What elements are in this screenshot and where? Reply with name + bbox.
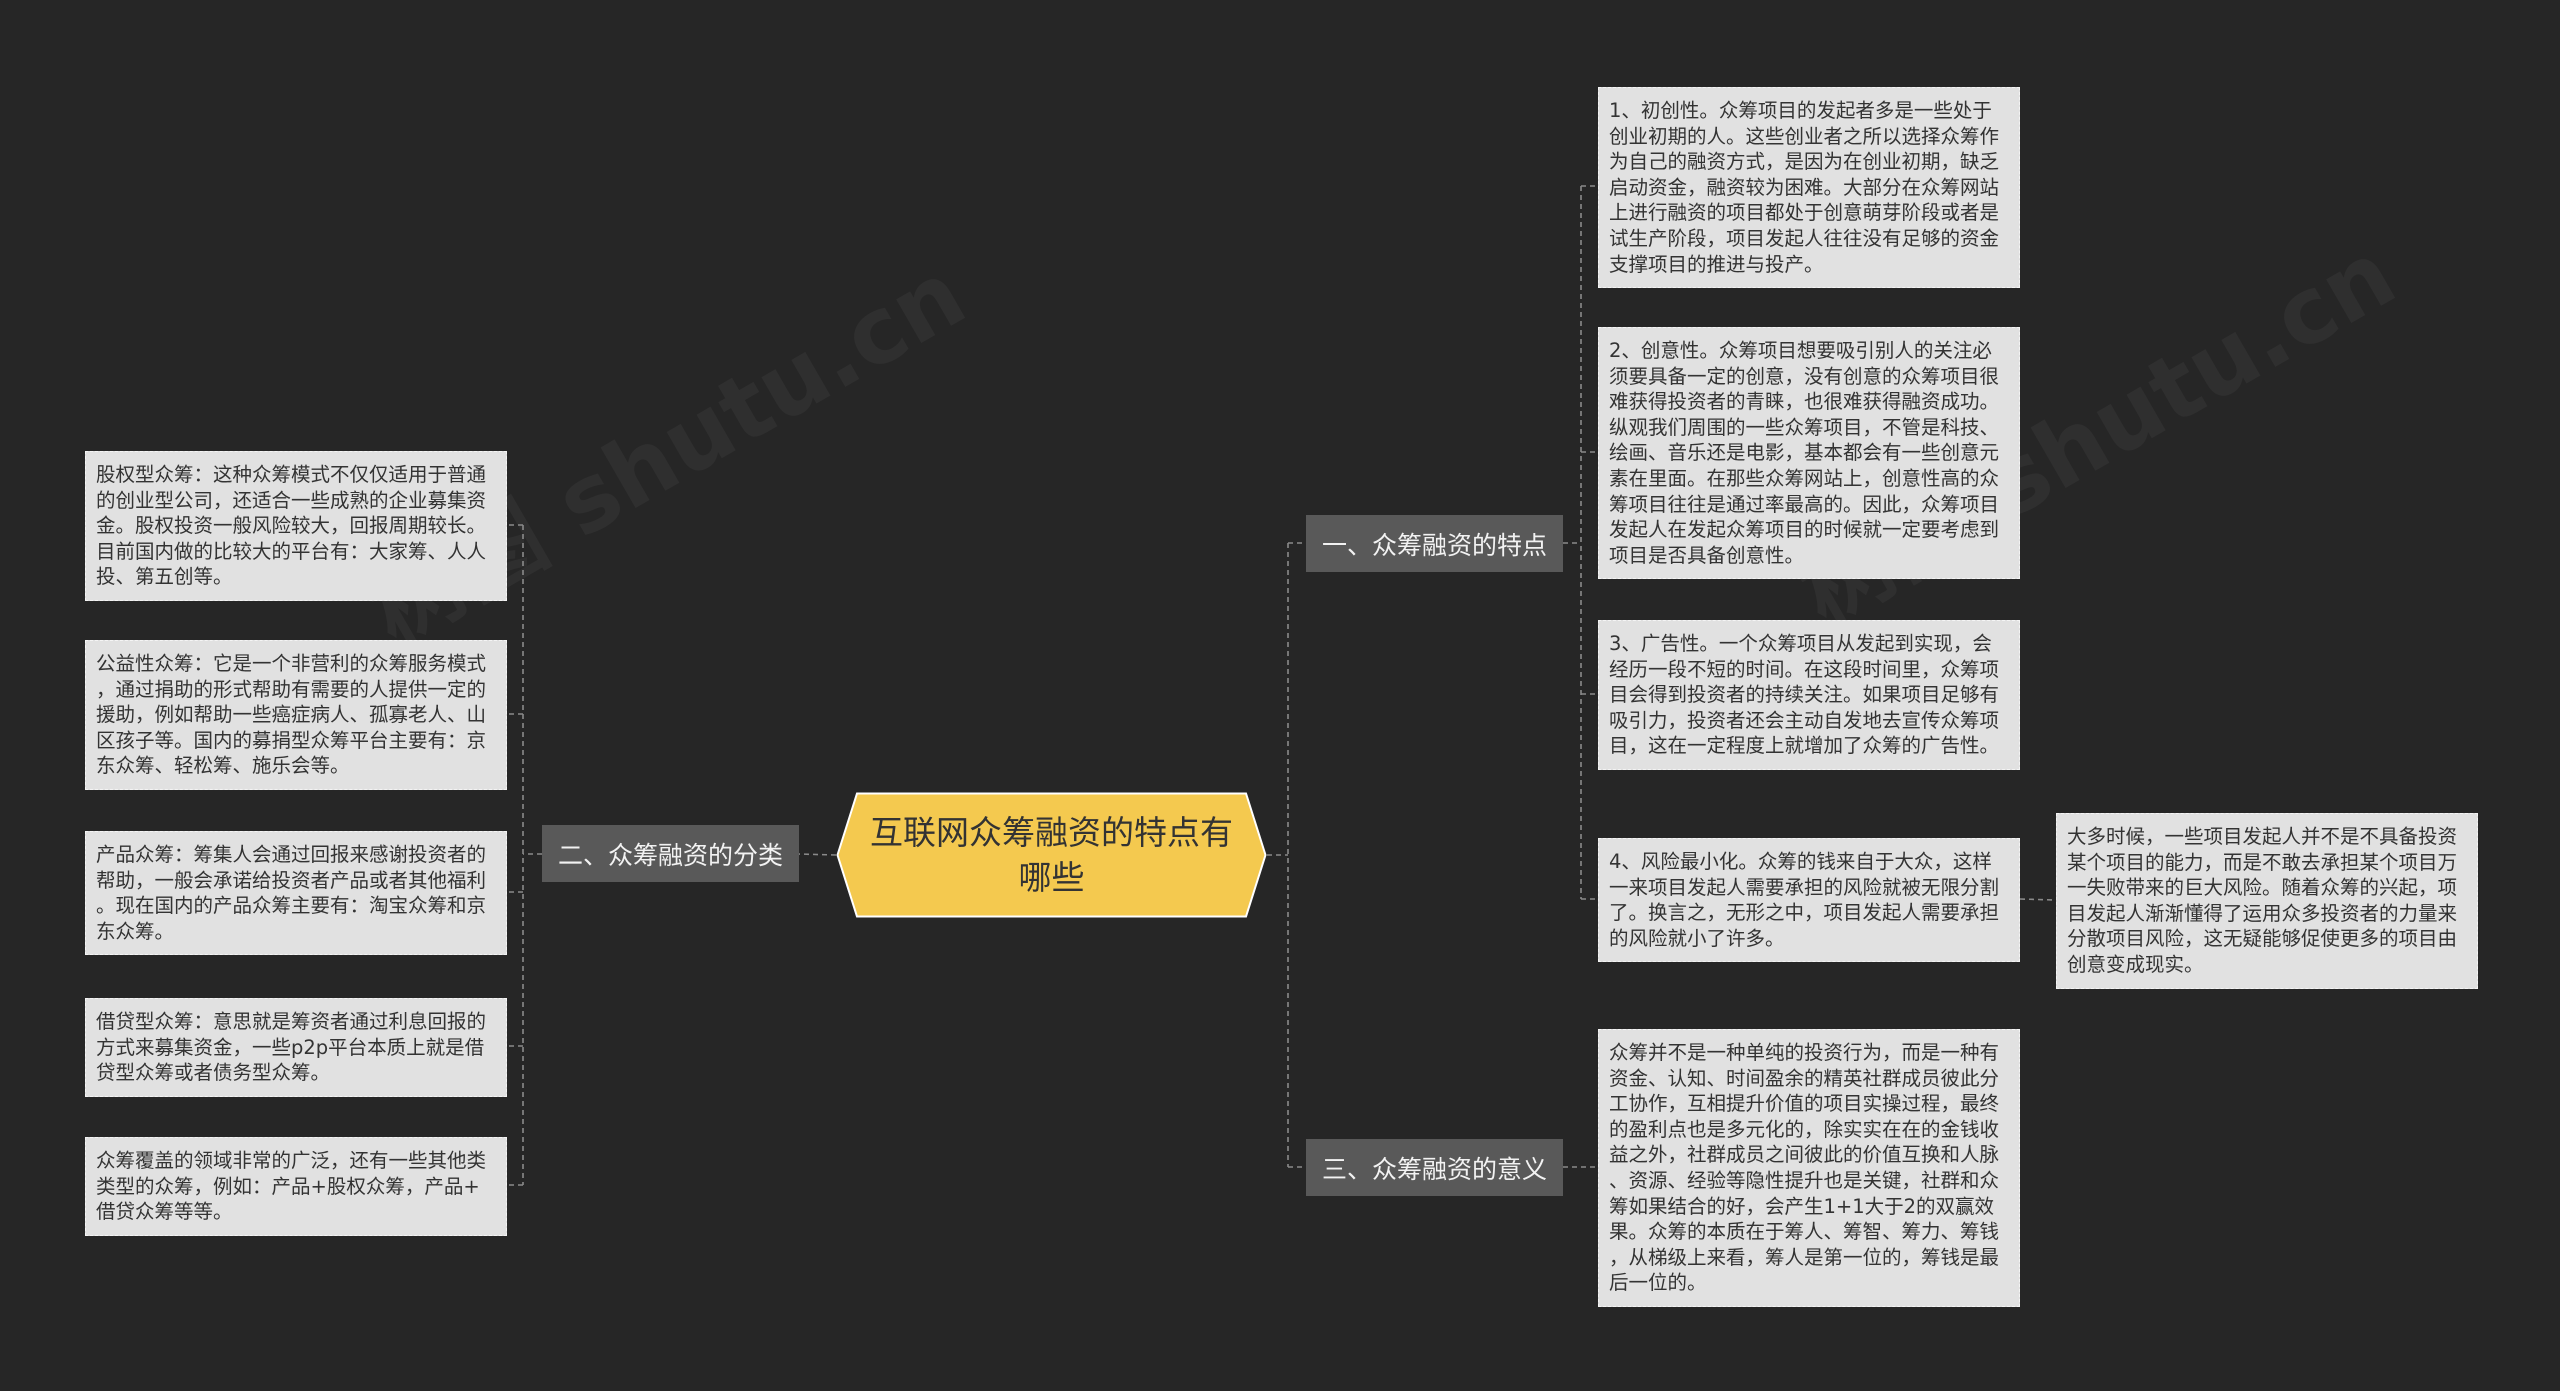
leaf-feature-creativity: 2、创意性。众筹项目想要吸引别人的关注必须要具备一定的创意，没有创意的众筹项目很…	[1598, 327, 2020, 580]
leaf-feature-risk-detail: 大多时候，一些项目发起人并不是不具备投资某个项目的能力，而是不敢去承担某个项目万…	[2056, 813, 2478, 989]
central-topic-title: 互联网众筹融资的特点有哪些	[870, 813, 1233, 897]
leaf-feature-risk: 4、风险最小化。众筹的钱来自于大众，这样一来项目发起人需要承担的风险就被无限分割…	[1598, 838, 2020, 963]
central-topic: 互联网众筹融资的特点有哪些	[836, 792, 1267, 918]
leaf-feature-startup: 1、初创性。众筹项目的发起者多是一些处于创业初期的人。这些创业者之所以选择众筹作…	[1598, 87, 2020, 289]
leaf-type-other: 众筹覆盖的领域非常的广泛，还有一些其他类类型的众筹，例如：产品+股权众筹，产品+…	[85, 1137, 507, 1236]
branch-types-label: 二、众筹融资的分类	[557, 840, 783, 870]
leaf-type-charity: 公益性众筹：它是一个非营利的众筹服务模式，通过捐助的形式帮助有需要的人提供一定的…	[85, 640, 507, 790]
connector-feature-4-child	[2019, 898, 2057, 901]
branch-meaning-label: 三、众筹融资的意义	[1321, 1154, 1547, 1184]
leaf-type-product: 产品众筹：筹集人会通过回报来感谢投资者的帮助，一般会承诺给投资者产品或者其他福利…	[85, 831, 507, 956]
leaf-meaning: 众筹并不是一种单纯的投资行为，而是一种有资金、认知、时间盈余的精英社群成员彼此分…	[1598, 1029, 2020, 1307]
connector-central-left	[798, 853, 837, 856]
mind-map-canvas: 树图 shutu.cn 树图 shutu.cn 互联网众筹融资的特点有哪	[0, 0, 2560, 1391]
branch-features-label: 一、众筹融资的特点	[1321, 530, 1547, 560]
leaf-feature-advertising: 3、广告性。一个众筹项目从发起到实现，会经历一段不短的时间。在这段时间里，众筹项…	[1598, 620, 2020, 770]
leaf-type-lending: 借贷型众筹：意思就是筹资者通过利息回报的方式来募集资金，一些p2p平台本质上就是…	[85, 998, 507, 1097]
branch-meaning: 三、众筹融资的意义	[1306, 1139, 1563, 1196]
branch-types: 二、众筹融资的分类	[542, 825, 799, 882]
branch-features: 一、众筹融资的特点	[1306, 515, 1563, 572]
leaf-type-equity: 股权型众筹：这种众筹模式不仅仅适用于普通的创业型公司，还适合一些成熟的企业募集资…	[85, 451, 507, 601]
